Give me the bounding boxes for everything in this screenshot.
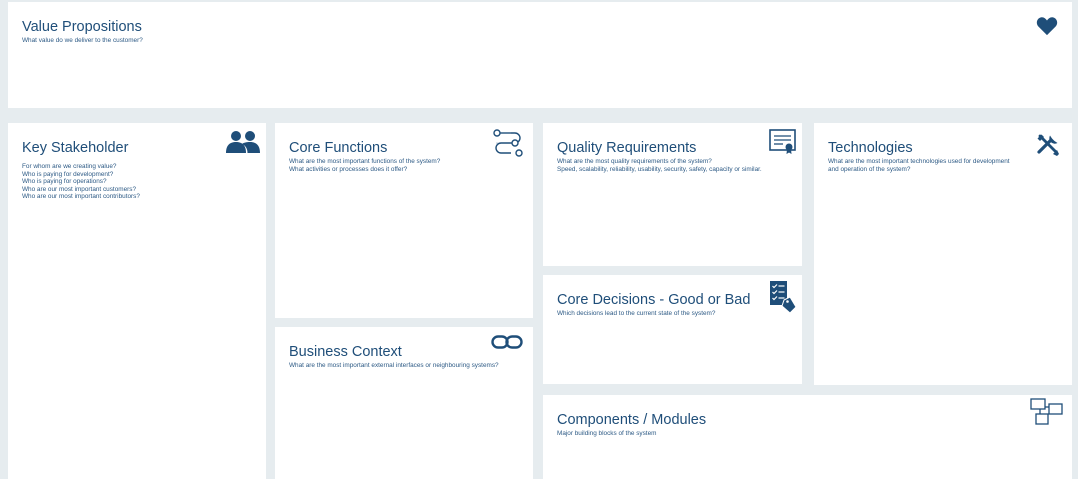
description-line: and operation of the system?: [828, 165, 911, 173]
tools-icon: [1036, 133, 1060, 157]
card-title: Value Propositions: [22, 19, 142, 35]
card-description: What value do we deliver to the customer…: [22, 37, 143, 45]
technologies-card: Technologies What are the most important…: [814, 123, 1072, 385]
checklist-tag-icon: [769, 280, 797, 314]
card-title: Business Context: [289, 344, 402, 360]
process-flow-icon: [493, 129, 523, 159]
description-line: Major building blocks of the system: [557, 430, 657, 437]
core-decisions-card: Core Decisions - Good or Bad Which decis…: [543, 275, 802, 384]
card-title: Components / Modules: [557, 412, 707, 428]
card-description: What are the most important functions of…: [289, 158, 440, 173]
description-line: Who are our most important contributors?: [22, 193, 140, 201]
description-line: What are the most quality requirements o…: [557, 158, 712, 165]
link-icon: [491, 335, 523, 349]
modules-icon: [1030, 398, 1064, 426]
description-line: Who is paying for development?: [22, 170, 114, 178]
card-description: What are the most quality requirements o…: [557, 158, 762, 173]
card-title: Core Functions: [289, 140, 388, 156]
card-title: Quality Requirements: [557, 140, 697, 156]
description-line: What are the most important external int…: [289, 362, 499, 369]
description-line: Who is paying for operations?: [22, 178, 107, 186]
users-icon: [226, 130, 260, 154]
card-description: Which decisions lead to the current stat…: [557, 310, 715, 318]
card-description: What are the most important external int…: [289, 362, 499, 370]
card-title: Technologies: [828, 140, 913, 156]
components-modules-card: Components / Modules Major building bloc…: [543, 395, 1072, 479]
heart-icon: [1036, 16, 1058, 36]
certificate-icon: [769, 129, 797, 155]
description-line: What are the most important technologies…: [828, 158, 1010, 165]
description-line: Speed, scalability, reliability, usabili…: [557, 165, 762, 173]
quality-requirements-card: Quality Requirements What are the most q…: [543, 123, 802, 266]
description-line: What value do we deliver to the customer…: [22, 37, 143, 44]
card-description: What are the most important technologies…: [828, 158, 1010, 173]
description-line: Who are our most important customers?: [22, 185, 137, 193]
card-description: For whom are we creating value? Who is p…: [22, 163, 140, 201]
key-stakeholder-card: Key Stakeholder For whom are we creating…: [8, 123, 266, 479]
description-line: Which decisions lead to the current stat…: [557, 310, 716, 317]
card-description: Major building blocks of the system: [557, 430, 656, 438]
description-line: What activities or processes does it off…: [289, 165, 408, 173]
card-title: Key Stakeholder: [22, 140, 129, 156]
business-context-card: Business Context What are the most impor…: [275, 327, 533, 479]
card-title: Core Decisions - Good or Bad: [557, 292, 751, 308]
core-functions-card: Core Functions What are the most importa…: [275, 123, 533, 318]
description-line: For whom are we creating value?: [22, 163, 117, 170]
value-propositions-card: Value Propositions What value do we deli…: [8, 2, 1072, 108]
description-line: What are the most important functions of…: [289, 158, 441, 165]
